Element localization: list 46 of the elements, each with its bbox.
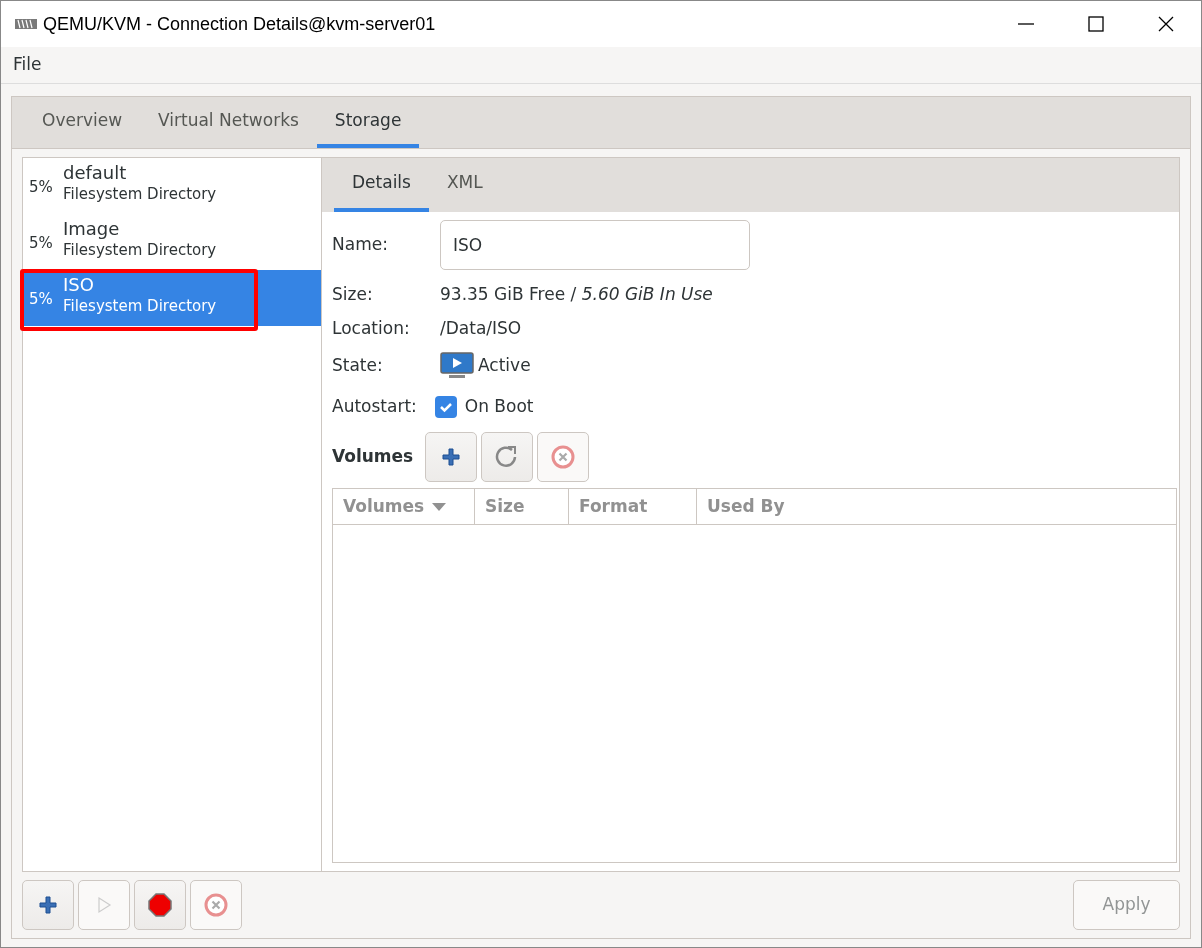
column-header[interactable]: Volumes	[333, 489, 475, 524]
name-field[interactable]: ISO	[440, 220, 750, 270]
field-label: Size:	[332, 283, 374, 307]
usage-percent: 5%	[29, 233, 54, 254]
minimize-icon	[1018, 23, 1034, 25]
plus-icon	[441, 447, 462, 467]
section-label: Volumes	[332, 445, 414, 469]
stop-pool-button[interactable]	[134, 880, 186, 930]
add-pool-button[interactable]	[22, 880, 74, 930]
menu-item[interactable]: File	[13, 52, 42, 78]
pool-name: ISO	[63, 274, 95, 296]
refresh-volume-button[interactable]	[481, 432, 534, 482]
app-logo-icon	[15, 18, 37, 30]
pool-type: Filesystem Directory	[63, 184, 217, 204]
column-header[interactable]: Format	[569, 489, 697, 524]
close-icon	[1158, 16, 1174, 32]
usage-percent: 5%	[29, 177, 54, 198]
pool-type: Filesystem Directory	[63, 240, 217, 260]
delete-icon	[550, 444, 577, 470]
pool-name: Image	[63, 218, 121, 240]
location-value: /Data/ISO	[440, 317, 522, 341]
monitor-icon	[440, 352, 474, 380]
column-header[interactable]: Size	[475, 489, 569, 524]
field-label: State:	[332, 354, 384, 378]
tab[interactable]: XML	[428, 158, 501, 212]
plus-icon	[38, 895, 58, 915]
tab[interactable]: Virtual Networks	[140, 97, 317, 148]
field-label: Name:	[332, 233, 389, 257]
field-label: Autostart:	[332, 395, 417, 419]
stop-icon	[148, 893, 172, 917]
play-icon	[95, 896, 113, 914]
tab[interactable]: Storage	[316, 97, 420, 148]
tab[interactable]: Overview	[24, 97, 141, 148]
window-title: QEMU/KVM - Connection Details@kvm-server01	[43, 12, 437, 36]
column-header[interactable]: Used By	[697, 489, 1176, 524]
maximize-icon	[1088, 16, 1104, 32]
usage-percent: 5%	[29, 289, 54, 310]
delete-icon	[203, 892, 229, 918]
pool-type: Filesystem Directory	[63, 296, 217, 316]
field-label: Location:	[332, 317, 411, 341]
add-volume-button[interactable]	[425, 432, 478, 482]
autostart-label[interactable]: On Boot	[464, 394, 534, 420]
autostart-checkbox[interactable]	[434, 396, 457, 418]
state-value: Active	[478, 354, 531, 378]
pool-name: default	[63, 162, 128, 184]
size-value: 93.35 GiB Free / 5.60 GiB In Use	[440, 283, 713, 307]
